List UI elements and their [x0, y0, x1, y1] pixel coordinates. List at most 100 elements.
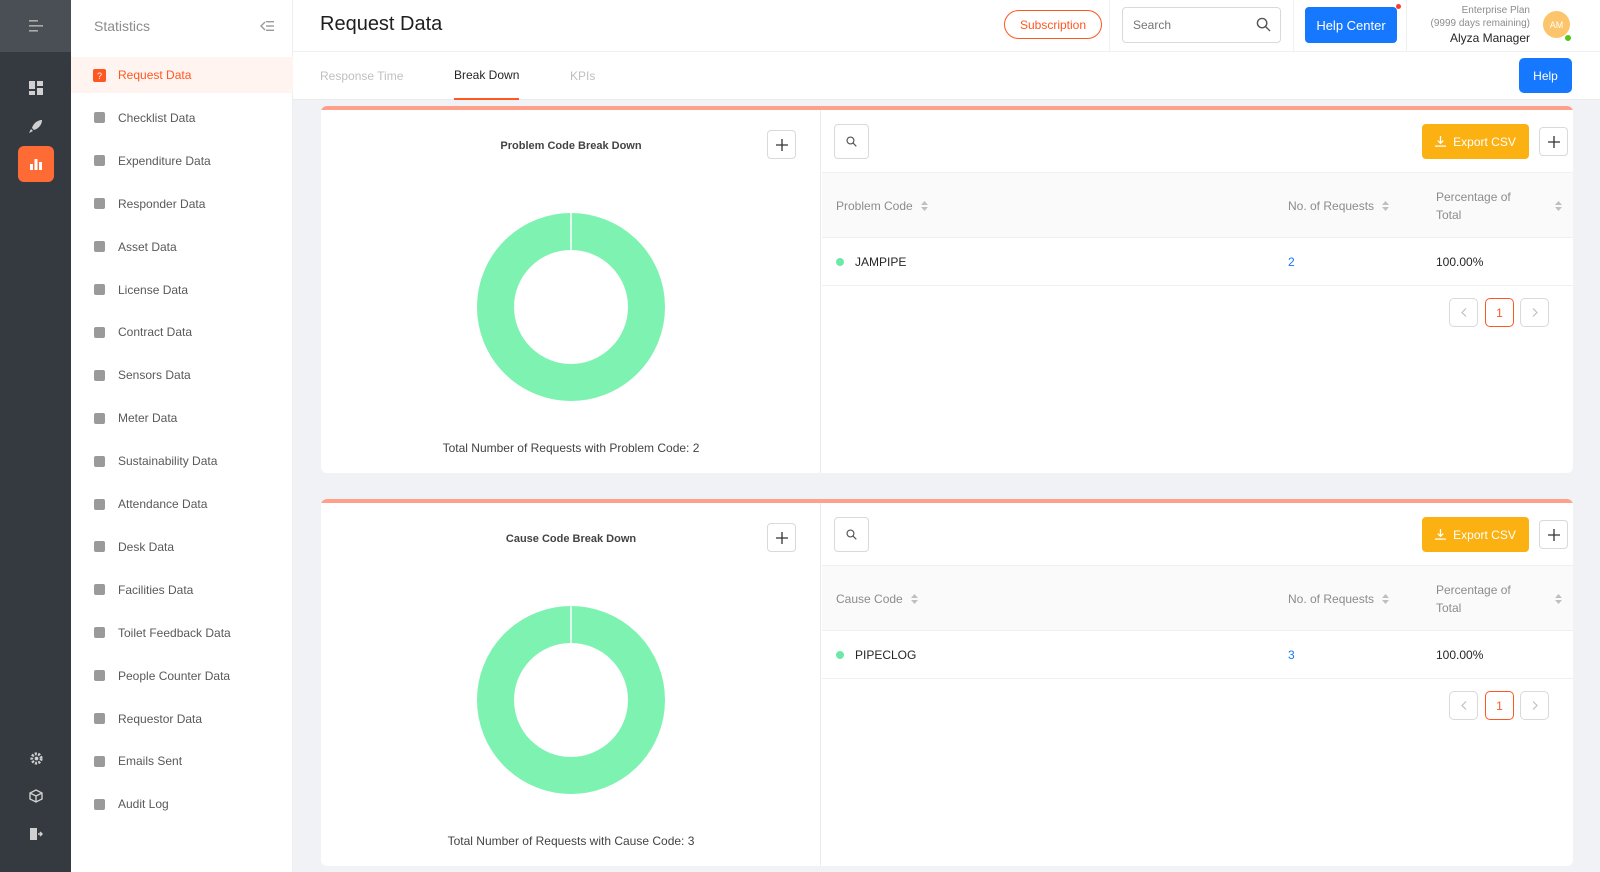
percentage-value: 100.00% — [1436, 255, 1484, 269]
sidebar-item-label: Facilities Data — [118, 582, 194, 597]
column-header-label: No. of Requests — [1288, 592, 1375, 606]
sort-icon[interactable] — [910, 594, 918, 604]
table-header: Cause Code No. of Requests Percentage of… — [822, 565, 1573, 631]
column-header-requests[interactable]: No. of Requests — [1288, 566, 1390, 632]
launch-nav[interactable] — [18, 108, 54, 144]
percentage-value: 100.00% — [1436, 648, 1484, 662]
pagination-prev[interactable] — [1449, 298, 1478, 327]
breakdown-card: Problem Code Break Down Total Number of … — [321, 106, 1573, 473]
sidebar-item-emails-sent[interactable]: Emails Sent — [71, 743, 293, 779]
column-header-label: Percentage of Total — [1436, 583, 1511, 615]
chart-pane: Problem Code Break Down Total Number of … — [321, 110, 821, 473]
table-search-button[interactable] — [834, 124, 869, 159]
sort-icon[interactable] — [1382, 201, 1390, 211]
settings-nav[interactable] — [18, 740, 54, 776]
sidebar-item-label: Request Data — [118, 68, 192, 82]
sidebar-item-asset-data[interactable]: Asset Data — [71, 229, 293, 265]
mail-icon — [93, 755, 106, 768]
sidebar-item-desk-data[interactable]: Desk Data — [71, 529, 293, 565]
request-count-link[interactable]: 2 — [1288, 238, 1295, 286]
export-csv-button[interactable]: Export CSV — [1422, 517, 1529, 552]
sort-icon[interactable] — [1555, 594, 1562, 604]
table-search-button[interactable] — [834, 517, 869, 552]
user-name[interactable]: Alyza Manager — [1415, 31, 1530, 45]
pie-slice-jampipe[interactable] — [477, 213, 665, 401]
help-center-button[interactable]: Help Center — [1305, 7, 1397, 43]
column-header-requests[interactable]: No. of Requests — [1288, 173, 1390, 239]
subscription-button[interactable]: Subscription — [1004, 10, 1102, 39]
tab-break-down[interactable]: Break Down — [454, 52, 520, 100]
request-count-link[interactable]: 3 — [1288, 631, 1295, 679]
column-header-percentage[interactable]: Percentage of Total — [1436, 566, 1562, 632]
sidebar-item-label: People Counter Data — [118, 668, 231, 683]
sidebar-item-meter-data[interactable]: Meter Data — [71, 400, 293, 436]
logout-nav[interactable] — [18, 816, 54, 852]
sidebar-item-people-counter-data[interactable]: People Counter Data — [71, 658, 293, 694]
collapse-sidebar-icon[interactable] — [260, 20, 274, 32]
sidebar-item-label: Contract Data — [118, 325, 193, 340]
tab-response-time[interactable]: Response Time — [320, 52, 403, 100]
chevron-right-icon — [1532, 308, 1538, 317]
sidebar-item-facilities-data[interactable]: Facilities Data — [71, 572, 293, 608]
menu-toggle[interactable] — [0, 0, 71, 52]
breakdown-table-pane: Export CSV Problem Code No. of Requests … — [822, 110, 1573, 473]
column-header-code[interactable]: Cause Code — [836, 566, 918, 632]
pagination-prev[interactable] — [1449, 691, 1478, 720]
sort-icon[interactable] — [1555, 201, 1562, 211]
sidebar-item-label: Attendance Data — [118, 497, 208, 511]
pagination-next[interactable] — [1520, 298, 1549, 327]
statistics-sidebar: Statistics ? Request Data Checklist Data Ex… — [71, 0, 293, 872]
sort-icon[interactable] — [920, 201, 928, 211]
column-header-label: No. of Requests — [1288, 199, 1375, 213]
sidebar-item-attendance-data[interactable]: Attendance Data — [71, 486, 293, 522]
search-box[interactable] — [1122, 7, 1281, 43]
pagination-next[interactable] — [1520, 691, 1549, 720]
sidebar-item-toilet-feedback-data[interactable]: Toilet Feedback Data — [71, 615, 293, 651]
sidebar-item-sensors-data[interactable]: Sensors Data — [71, 357, 293, 393]
sidebar-item-requestor-data[interactable]: Requestor Data — [71, 701, 293, 737]
sidebar-item-sustainability-data[interactable]: Sustainability Data — [71, 443, 293, 479]
sidebar-item-license-data[interactable]: License Data — [71, 272, 293, 308]
sidebar-item-responder-data[interactable]: Responder Data — [71, 186, 293, 222]
sidebar-item-checklist-data[interactable]: Checklist Data — [71, 100, 293, 136]
dashboard-nav[interactable] — [18, 70, 54, 106]
header-divider — [1293, 0, 1294, 52]
sidebar-item-label: Toilet Feedback Data — [118, 625, 231, 640]
gear-icon — [29, 751, 43, 765]
legend-dot — [836, 258, 844, 266]
column-header-percentage[interactable]: Percentage of Total — [1436, 173, 1562, 239]
tab-kpis[interactable]: KPIs — [570, 52, 595, 100]
pagination-page[interactable]: 1 — [1485, 298, 1514, 327]
sort-icon[interactable] — [1382, 594, 1390, 604]
sidebar-item-audit-log[interactable]: Audit Log — [71, 786, 293, 822]
add-chart-button[interactable] — [767, 523, 796, 552]
breakdown-table-pane: Export CSV Cause Code No. of Requests Pe… — [822, 503, 1573, 866]
export-csv-button[interactable]: Export CSV — [1422, 124, 1529, 159]
cube-icon — [29, 789, 43, 803]
export-csv-label: Export CSV — [1453, 527, 1516, 542]
sidebar-item-label: Expenditure Data — [118, 153, 211, 168]
plus-icon — [775, 531, 788, 544]
wallet-icon — [93, 154, 106, 167]
modules-nav[interactable] — [18, 778, 54, 814]
add-column-button[interactable] — [1539, 127, 1568, 156]
search-icon[interactable] — [1256, 17, 1271, 32]
sidebar-item-request-data[interactable]: ? Request Data — [71, 57, 293, 93]
sidebar-item-contract-data[interactable]: Contract Data — [71, 314, 293, 350]
tabs-bar: Response Time Break Down KPIs Help — [293, 52, 1600, 100]
add-column-button[interactable] — [1539, 520, 1568, 549]
search-input[interactable] — [1133, 18, 1253, 32]
column-header-code[interactable]: Problem Code — [836, 173, 928, 239]
box-icon — [93, 240, 106, 253]
check-square-icon — [93, 498, 106, 511]
sidebar-item-label: Desk Data — [118, 539, 175, 554]
statistics-nav[interactable] — [18, 146, 54, 182]
help-button[interactable]: Help — [1519, 58, 1572, 93]
pagination-page[interactable]: 1 — [1485, 691, 1514, 720]
sidebar-item-expenditure-data[interactable]: Expenditure Data — [71, 143, 293, 179]
question-square-icon: ? — [93, 68, 106, 82]
pie-slice-pipeclog[interactable] — [477, 606, 665, 794]
header-divider — [1109, 0, 1110, 52]
top-header: Request Data Subscription Help Center En… — [293, 0, 1600, 52]
add-chart-button[interactable] — [767, 130, 796, 159]
